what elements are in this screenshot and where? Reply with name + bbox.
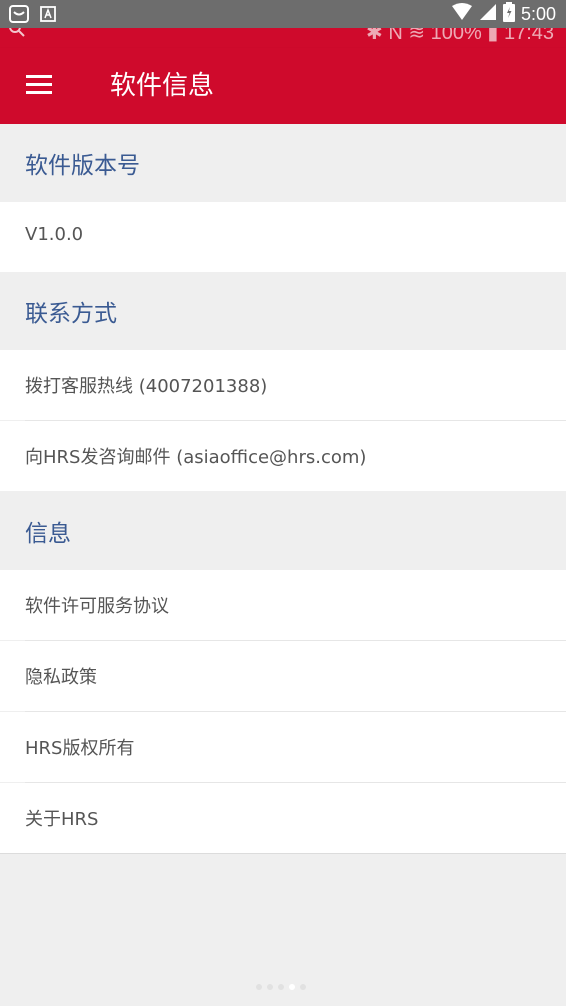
section-header-info: 信息 — [0, 492, 566, 571]
page-dot — [267, 984, 273, 990]
status-bar: 5:00 — [0, 0, 566, 28]
about-hrs-item[interactable]: 关于HRS — [0, 783, 566, 853]
version-item: V1.0.0 — [0, 202, 566, 272]
inner-status-bar: ✱ N ≋ 100% ▮ 17:43 — [0, 28, 566, 48]
page-indicator — [256, 984, 306, 990]
section-title: 软件版本号 — [25, 153, 140, 179]
status-time: 5:00 — [520, 4, 556, 24]
search-icon — [8, 28, 26, 42]
notification-icon — [8, 4, 30, 28]
page-title: 软件信息 — [110, 71, 215, 101]
email-item[interactable]: 向HRS发咨询邮件 (asiaoffice@hrs.com) — [0, 421, 566, 491]
list-item-label: 软件许可服务协议 — [25, 596, 169, 617]
wifi-icon — [451, 3, 473, 25]
license-agreement-item[interactable]: 软件许可服务协议 — [0, 570, 566, 640]
inner-status-text: ✱ N ≋ 100% ▮ 17:43 — [366, 28, 554, 44]
divider — [0, 853, 566, 854]
copyright-item[interactable]: HRS版权所有 — [0, 712, 566, 782]
list-item-label: 隐私政策 — [25, 667, 97, 688]
list-item-label: 向HRS发咨询邮件 (asiaoffice@hrs.com) — [25, 447, 367, 468]
page-dot-active — [289, 984, 295, 990]
list-item-label: 关于HRS — [25, 809, 99, 830]
signal-icon — [479, 3, 497, 25]
text-icon — [40, 6, 56, 26]
list-item-label: 拨打客服热线 (4007201388) — [25, 376, 268, 397]
page-dot — [278, 984, 284, 990]
section-header-version: 软件版本号 — [0, 124, 566, 203]
version-value: V1.0.0 — [25, 224, 84, 245]
menu-button[interactable] — [16, 62, 64, 110]
section-title: 联系方式 — [25, 301, 117, 327]
battery-icon — [502, 2, 515, 26]
call-hotline-item[interactable]: 拨打客服热线 (4007201388) — [0, 350, 566, 420]
section-header-contact: 联系方式 — [0, 272, 566, 351]
page-dot — [300, 984, 306, 990]
section-title: 信息 — [25, 521, 71, 547]
hamburger-icon — [26, 74, 54, 98]
app-bar: 软件信息 — [0, 48, 566, 124]
page-dot — [256, 984, 262, 990]
list-item-label: HRS版权所有 — [25, 738, 135, 759]
privacy-policy-item[interactable]: 隐私政策 — [0, 641, 566, 711]
